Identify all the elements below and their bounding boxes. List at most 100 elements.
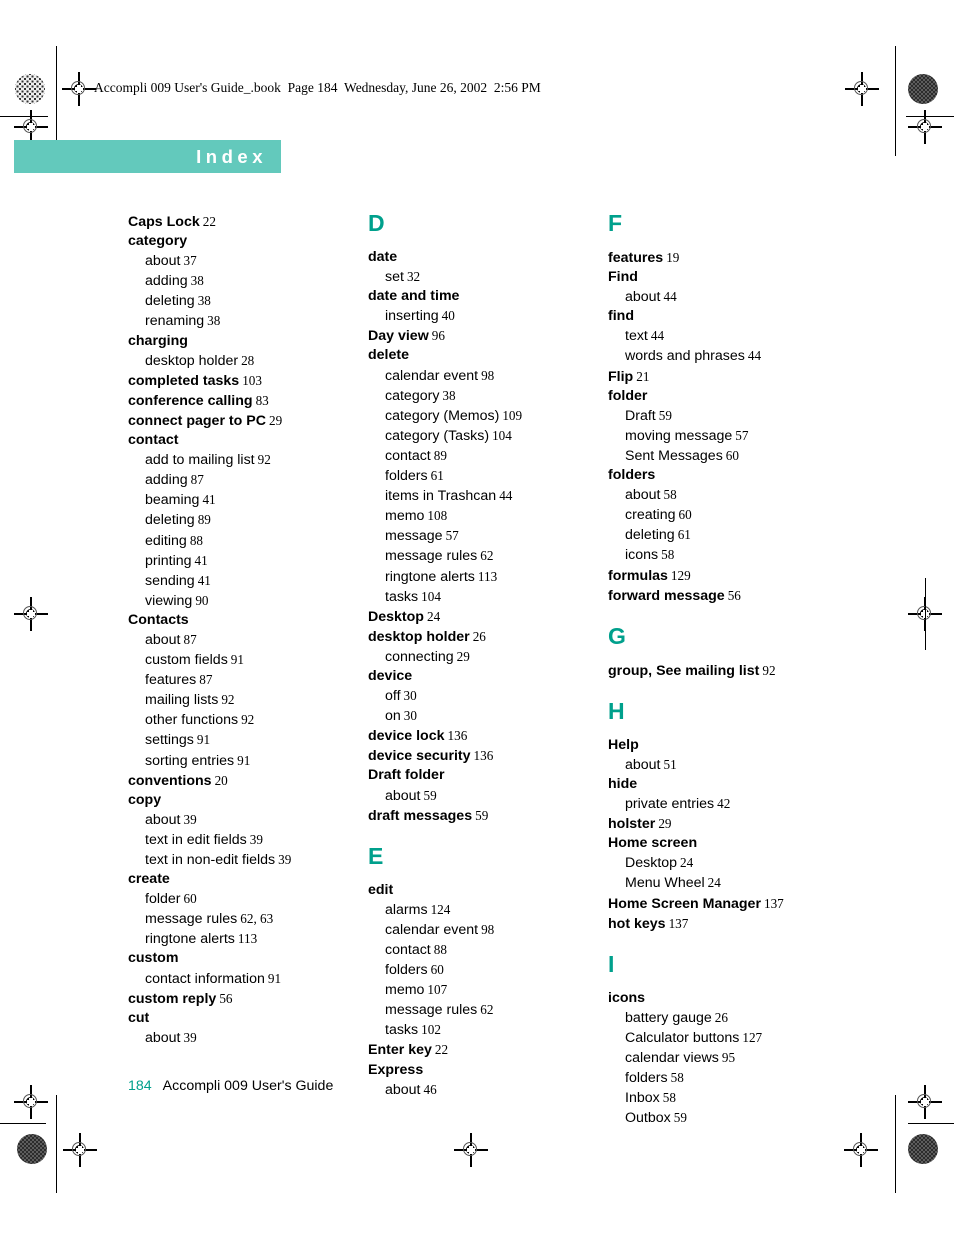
index-entry-page-number: 87	[190, 472, 204, 488]
index-entry-label: sorting entries	[145, 752, 235, 769]
index-entry-label: other functions	[145, 712, 239, 729]
index-entry-page-number: 96	[431, 328, 445, 344]
index-entry-page-number: 24	[680, 855, 694, 871]
index-entry-label: completed tasks	[128, 372, 240, 389]
index-entry-page-number: 137	[763, 895, 784, 911]
index-subentry: message rules 62, 63	[128, 909, 368, 929]
index-entry-label: custom reply	[128, 990, 217, 1007]
index-entry-page-number: 58	[670, 1070, 684, 1086]
index-entry-label: off	[385, 688, 401, 705]
index-entry: conference calling 83	[128, 391, 368, 411]
index-entry-label: items in Trashcan	[385, 488, 497, 505]
index-columns: Caps Lock 22 category about 37 adding 38 deleti…	[128, 212, 888, 1128]
section-letter-e: E	[368, 842, 384, 869]
index-entry-label: date	[368, 249, 398, 265]
index-entry-label: device lock	[368, 728, 445, 745]
index-title-band: Index	[14, 140, 281, 173]
footer-page-number: 184	[128, 1078, 152, 1094]
index-subentry: ringtone alerts 113	[128, 929, 368, 949]
index-entry-page-number: 83	[255, 392, 269, 408]
index-entry-page-number: 92	[241, 712, 255, 728]
index-entry: Home Screen Manager 137	[608, 894, 888, 914]
index-entry-page-number: 89	[197, 512, 211, 528]
index-subentry: about 39	[128, 1028, 368, 1048]
index-entry-label: message	[385, 528, 443, 545]
registration-mark-left-middle	[14, 597, 48, 631]
index-entry-label: message rules	[385, 548, 478, 565]
index-subentry: text 44	[608, 326, 888, 346]
index-entry-page-number: 60	[183, 891, 197, 907]
index-entry-label: tasks	[385, 1022, 419, 1039]
index-entry-label: tasks	[385, 588, 419, 605]
index-entry-label: Help	[608, 736, 639, 753]
index-entry: date	[368, 248, 608, 267]
index-subentry: about 51	[608, 755, 888, 775]
index-entry-label: find	[608, 308, 634, 325]
index-entry-label: forward message	[608, 587, 725, 604]
index-entry-page-number: 88	[189, 532, 203, 548]
index-subentry: memo 107	[368, 980, 608, 1000]
index-entry-label: Contacts	[128, 611, 189, 628]
index-entry: Flip 21	[608, 367, 888, 387]
index-entry-page-number: 102	[421, 1022, 441, 1038]
index-entry-label: group, See mailing list	[608, 662, 760, 679]
index-entry-page-number: 59	[475, 807, 489, 823]
index-entry-label: calendar event	[385, 367, 479, 384]
index-subentry: beaming 41	[128, 490, 368, 510]
index-entry-label: deleting	[145, 293, 195, 310]
index-entry: conventions 20	[128, 771, 368, 791]
index-subentry: connecting 29	[368, 647, 608, 667]
index-entry: folders	[608, 466, 888, 485]
index-entry-page-number: 39	[183, 811, 197, 827]
index-entry-page-number: 92	[221, 692, 235, 708]
index-entry-page-number: 57	[735, 427, 749, 443]
index-entry-label: category (Tasks)	[385, 427, 490, 444]
index-subentry: category (Memos) 109	[368, 406, 608, 426]
index-entry: Find	[608, 268, 888, 287]
index-subentry: about 37	[128, 251, 368, 271]
index-entry-label: Home screen	[608, 835, 698, 852]
index-entry: cut	[128, 1009, 368, 1028]
index-subentry: alarms 124	[368, 900, 608, 920]
index-entry-label: Desktop	[368, 608, 424, 625]
index-subentry: ringtone alerts 113	[368, 567, 608, 587]
index-entry-label: text in non-edit fields	[145, 852, 276, 868]
index-entry: icons	[608, 989, 888, 1008]
registration-mark-right-lower	[908, 1085, 942, 1119]
index-entry-label: desktop holder	[368, 628, 470, 645]
footer-book-title: Accompli 009 User's Guide	[162, 1078, 334, 1094]
index-entry-label: about	[625, 756, 661, 773]
index-subentry: Draft 59	[608, 406, 888, 426]
index-subentry: text in edit fields 39	[128, 830, 368, 850]
index-entry-page-number: 59	[423, 787, 437, 803]
index-entry-label: date and time	[368, 288, 460, 305]
index-entry-page-number: 41	[194, 552, 208, 568]
index-entry-label: printing	[145, 552, 192, 569]
index-entry-label: folder	[145, 891, 181, 908]
index-entry: Draft folder	[368, 766, 608, 785]
index-subentry: items in Trashcan 44	[368, 486, 608, 506]
index-subentry: adding 87	[128, 470, 368, 490]
index-subentry: settings 91	[128, 730, 368, 750]
index-entry-label: holster	[608, 816, 656, 833]
index-entry: hot keys 137	[608, 914, 888, 934]
index-entry-page-number: 58	[662, 1090, 676, 1106]
index-entry: completed tasks 103	[128, 371, 368, 391]
index-entry-page-number: 103	[242, 372, 262, 388]
index-entry-label: deleting	[145, 512, 195, 529]
index-entry-label: battery gauge	[625, 1009, 712, 1026]
index-entry-label: delete	[368, 347, 410, 364]
index-entry-page-number: 109	[502, 407, 523, 423]
index-subentry: contact information 91	[128, 969, 368, 989]
index-entry-page-number: 24	[426, 608, 441, 624]
index-subentry: about 39	[128, 810, 368, 830]
registration-mark-top-left	[62, 72, 96, 106]
index-entry: custom	[128, 949, 368, 968]
index-entry-page-number: 32	[406, 269, 421, 285]
index-entry: date and time	[368, 287, 608, 306]
index-entry-page-number: 62	[480, 548, 494, 564]
index-entry-page-number: 59	[673, 1110, 687, 1126]
index-entry-page-number: 39	[249, 831, 263, 847]
index-entry-page-number: 92	[762, 662, 776, 678]
